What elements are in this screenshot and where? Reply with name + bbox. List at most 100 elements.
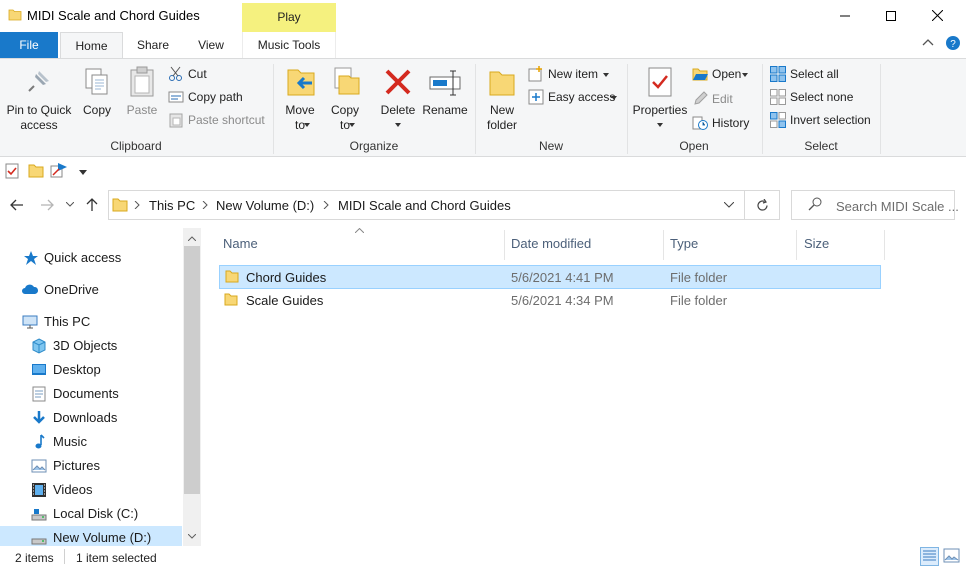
properties-qat-button[interactable] bbox=[5, 163, 19, 179]
tab-home[interactable]: Home bbox=[60, 32, 123, 59]
refresh-icon bbox=[756, 198, 768, 211]
large-icons-view-button[interactable] bbox=[943, 548, 960, 563]
open-button[interactable]: Open bbox=[692, 66, 754, 84]
history-button[interactable]: History bbox=[692, 115, 754, 133]
edit-button[interactable]: Edit bbox=[692, 91, 754, 109]
nav-label: New Volume (D:) bbox=[53, 530, 152, 545]
new-group-label: New bbox=[538, 139, 563, 153]
pin-to-quick-access-button[interactable]: Pin to Quick access bbox=[0, 64, 78, 136]
open-group-label: Open bbox=[679, 139, 709, 153]
nav-local-disk-c[interactable]: Local Disk (C:) bbox=[0, 502, 182, 526]
nav-documents[interactable]: Documents bbox=[0, 382, 182, 406]
nav-onedrive[interactable]: OneDrive bbox=[0, 278, 182, 302]
column-divider[interactable] bbox=[504, 230, 505, 260]
help-button[interactable]: ? bbox=[945, 35, 961, 51]
pictures-icon bbox=[31, 459, 47, 473]
back-button[interactable] bbox=[10, 199, 24, 211]
select-all-button[interactable]: Select all bbox=[770, 66, 870, 84]
copy-path-label: Copy path bbox=[188, 90, 243, 104]
file-explorer-window: MIDI Scale and Chord Guides Play File Ho… bbox=[0, 0, 966, 568]
tab-file[interactable]: File bbox=[0, 32, 58, 58]
cut-button[interactable]: Cut bbox=[168, 66, 264, 84]
nav-videos[interactable]: Videos bbox=[0, 478, 182, 502]
paste-shortcut-button[interactable]: Paste shortcut bbox=[168, 112, 268, 130]
properties-button[interactable]: Properties bbox=[632, 64, 688, 136]
select-none-button[interactable]: Select none bbox=[770, 89, 870, 107]
paste-button[interactable]: Paste bbox=[124, 64, 160, 136]
breadcrumb-new-volume[interactable]: New Volume (D:) bbox=[216, 198, 314, 213]
file-row-scale-guides[interactable]: Scale Guides 5/6/2021 4:34 PM File folde… bbox=[219, 289, 881, 313]
chevron-down-icon bbox=[742, 73, 748, 77]
nav-scrollbar-thumb[interactable] bbox=[184, 246, 200, 494]
cut-label: Cut bbox=[188, 67, 207, 81]
nav-desktop[interactable]: Desktop bbox=[0, 358, 182, 382]
minimize-button[interactable] bbox=[822, 0, 868, 31]
tab-music-tools[interactable]: Music Tools bbox=[242, 32, 336, 58]
nav-pictures[interactable]: Pictures bbox=[0, 454, 182, 478]
refresh-button[interactable] bbox=[745, 190, 780, 220]
delete-button[interactable]: Delete bbox=[378, 64, 418, 136]
nav-music[interactable]: Music bbox=[0, 430, 182, 454]
new-folder-qat-button[interactable] bbox=[28, 163, 44, 178]
move-label-line1: Move bbox=[285, 103, 315, 117]
delete-label: Delete bbox=[380, 103, 416, 117]
address-history-dropdown[interactable] bbox=[724, 202, 734, 208]
column-header-size[interactable]: Size bbox=[804, 236, 829, 251]
nav-3d-objects[interactable]: 3D Objects bbox=[0, 334, 182, 358]
navigation-pane: Quick access OneDrive This PC 3D Objects… bbox=[0, 228, 183, 546]
chevron-right-icon[interactable] bbox=[323, 201, 329, 209]
chevron-up-icon bbox=[922, 39, 934, 46]
new-folder-button[interactable]: New folder bbox=[480, 64, 524, 136]
chevron-right-icon[interactable] bbox=[134, 201, 140, 209]
chevron-down-icon bbox=[657, 123, 663, 127]
column-header-type[interactable]: Type bbox=[670, 236, 698, 251]
file-row-chord-guides[interactable]: Chord Guides 5/6/2021 4:41 PM File folde… bbox=[219, 265, 881, 289]
item-count: 2 items bbox=[15, 551, 54, 565]
open-icon bbox=[692, 66, 708, 82]
nav-downloads[interactable]: Downloads bbox=[0, 406, 182, 430]
column-divider[interactable] bbox=[663, 230, 664, 260]
rename-button[interactable]: Rename bbox=[422, 64, 468, 136]
chevron-down-icon bbox=[304, 123, 310, 127]
column-divider[interactable] bbox=[796, 230, 797, 260]
new-item-button[interactable]: New item bbox=[528, 66, 620, 84]
copy-to-button[interactable]: Copy to bbox=[325, 64, 365, 136]
copy-button[interactable]: Copy bbox=[80, 64, 114, 136]
music-qat-button[interactable] bbox=[50, 162, 68, 179]
easy-access-button[interactable]: Easy access bbox=[528, 89, 624, 107]
column-divider[interactable] bbox=[884, 230, 885, 260]
documents-icon bbox=[32, 386, 46, 402]
ribbon-collapse-button[interactable] bbox=[922, 37, 934, 49]
star-icon bbox=[24, 251, 38, 265]
invert-selection-button[interactable]: Invert selection bbox=[770, 112, 880, 130]
clipboard-group-label: Clipboard bbox=[110, 139, 162, 153]
scroll-down-arrow[interactable] bbox=[188, 534, 196, 539]
nav-quick-access[interactable]: Quick access bbox=[0, 246, 182, 270]
column-header-date-modified[interactable]: Date modified bbox=[511, 236, 591, 251]
customize-qat-button[interactable] bbox=[79, 170, 87, 175]
close-button[interactable] bbox=[914, 0, 960, 31]
details-view-button[interactable] bbox=[920, 547, 939, 566]
copy-path-button[interactable]: Copy path bbox=[168, 89, 268, 107]
chevron-right-icon[interactable] bbox=[202, 201, 208, 209]
move-to-button[interactable]: Move to bbox=[280, 64, 320, 136]
up-button[interactable] bbox=[86, 198, 98, 212]
scroll-up-arrow[interactable] bbox=[188, 236, 196, 241]
tab-share[interactable]: Share bbox=[126, 32, 180, 58]
nav-this-pc[interactable]: This PC bbox=[0, 310, 182, 334]
column-header-name[interactable]: Name bbox=[223, 236, 258, 251]
maximize-button[interactable] bbox=[868, 0, 914, 31]
nav-label: Videos bbox=[53, 482, 93, 497]
select-group-label: Select bbox=[804, 139, 838, 153]
recent-locations-button[interactable] bbox=[66, 202, 74, 208]
chevron-down-icon bbox=[603, 73, 609, 77]
breadcrumb-current-folder[interactable]: MIDI Scale and Chord Guides bbox=[338, 198, 511, 213]
arrow-right-icon bbox=[41, 199, 54, 211]
nav-new-volume-d[interactable]: New Volume (D:) bbox=[0, 526, 182, 546]
tab-view[interactable]: View bbox=[184, 32, 238, 58]
forward-button[interactable] bbox=[40, 199, 54, 211]
videos-icon bbox=[32, 483, 46, 497]
nav-label: This PC bbox=[44, 314, 91, 329]
breadcrumb-this-pc[interactable]: This PC bbox=[149, 198, 195, 213]
new-folder-label-line1: New bbox=[489, 103, 514, 117]
